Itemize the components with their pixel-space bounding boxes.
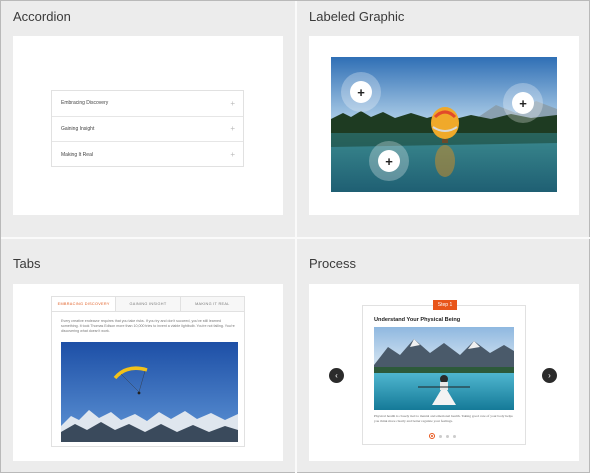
accordion-title: Accordion [13, 9, 71, 24]
accordion-item[interactable]: Making It Real + [52, 142, 243, 168]
labeled-graphic-title: Labeled Graphic [309, 9, 405, 24]
tab-embracing-discovery[interactable]: EMBRACING DISCOVERY [52, 297, 116, 311]
plus-icon: + [230, 150, 235, 160]
process-card[interactable]: ‹ › Step 1 Understand Your Physical Bein… [309, 284, 579, 461]
accordion-card[interactable]: Embracing Discovery + Gaining Insight + … [13, 36, 283, 215]
tab-gaining-insight[interactable]: GAINING INSIGHT [115, 297, 180, 311]
pagination-dot[interactable] [453, 434, 456, 438]
plus-icon: + [378, 150, 400, 172]
chevron-right-icon[interactable]: › [542, 368, 557, 383]
process-title: Process [309, 256, 356, 271]
plus-icon: + [512, 92, 534, 114]
hotspot-button[interactable]: + [369, 141, 409, 181]
accordion-preview: Embracing Discovery + Gaining Insight + … [51, 90, 244, 167]
plus-icon: + [350, 81, 372, 103]
accordion-item[interactable]: Embracing Discovery + [52, 91, 243, 117]
paraglider-image [61, 342, 238, 442]
tab-bar: EMBRACING DISCOVERY GAINING INSIGHT MAKI… [52, 297, 244, 312]
process-step-card: Step 1 Understand Your Physical Being Ph… [362, 300, 526, 445]
pagination-dot-active[interactable] [429, 433, 435, 439]
tabs-preview: EMBRACING DISCOVERY GAINING INSIGHT MAKI… [51, 296, 245, 447]
plus-icon: + [230, 124, 235, 134]
tabs-card[interactable]: EMBRACING DISCOVERY GAINING INSIGHT MAKI… [13, 284, 283, 461]
accordion-item-label: Gaining Insight [61, 125, 95, 132]
accordion-item-label: Embracing Discovery [61, 100, 109, 107]
accordion-item[interactable]: Gaining Insight + [52, 117, 243, 142]
tabs-title: Tabs [13, 256, 41, 271]
tab-body-text: Every creative endeavor requires that yo… [61, 319, 235, 334]
pagination-dot[interactable] [446, 434, 449, 438]
step-description: Physical health is closely tied to menta… [374, 414, 513, 423]
kayak-lake-image [374, 327, 514, 410]
step-title: Understand Your Physical Being [374, 317, 461, 323]
lake-balloon-image: + + + [331, 57, 557, 192]
hotspot-button[interactable]: + [503, 83, 543, 123]
accordion-item-label: Making It Real [61, 151, 93, 158]
step-badge: Step 1 [433, 300, 457, 310]
hotspot-button[interactable]: + [341, 72, 381, 112]
pagination-dot[interactable] [439, 434, 442, 438]
plus-icon: + [230, 98, 235, 108]
horizontal-divider [1, 237, 590, 239]
labeled-graphic-card[interactable]: + + + [309, 36, 579, 215]
tab-making-it-real[interactable]: MAKING IT REAL [179, 297, 244, 311]
chevron-left-icon[interactable]: ‹ [329, 368, 344, 383]
step-pagination [429, 433, 456, 439]
block-gallery: Accordion Embracing Discovery + Gaining … [0, 0, 590, 473]
